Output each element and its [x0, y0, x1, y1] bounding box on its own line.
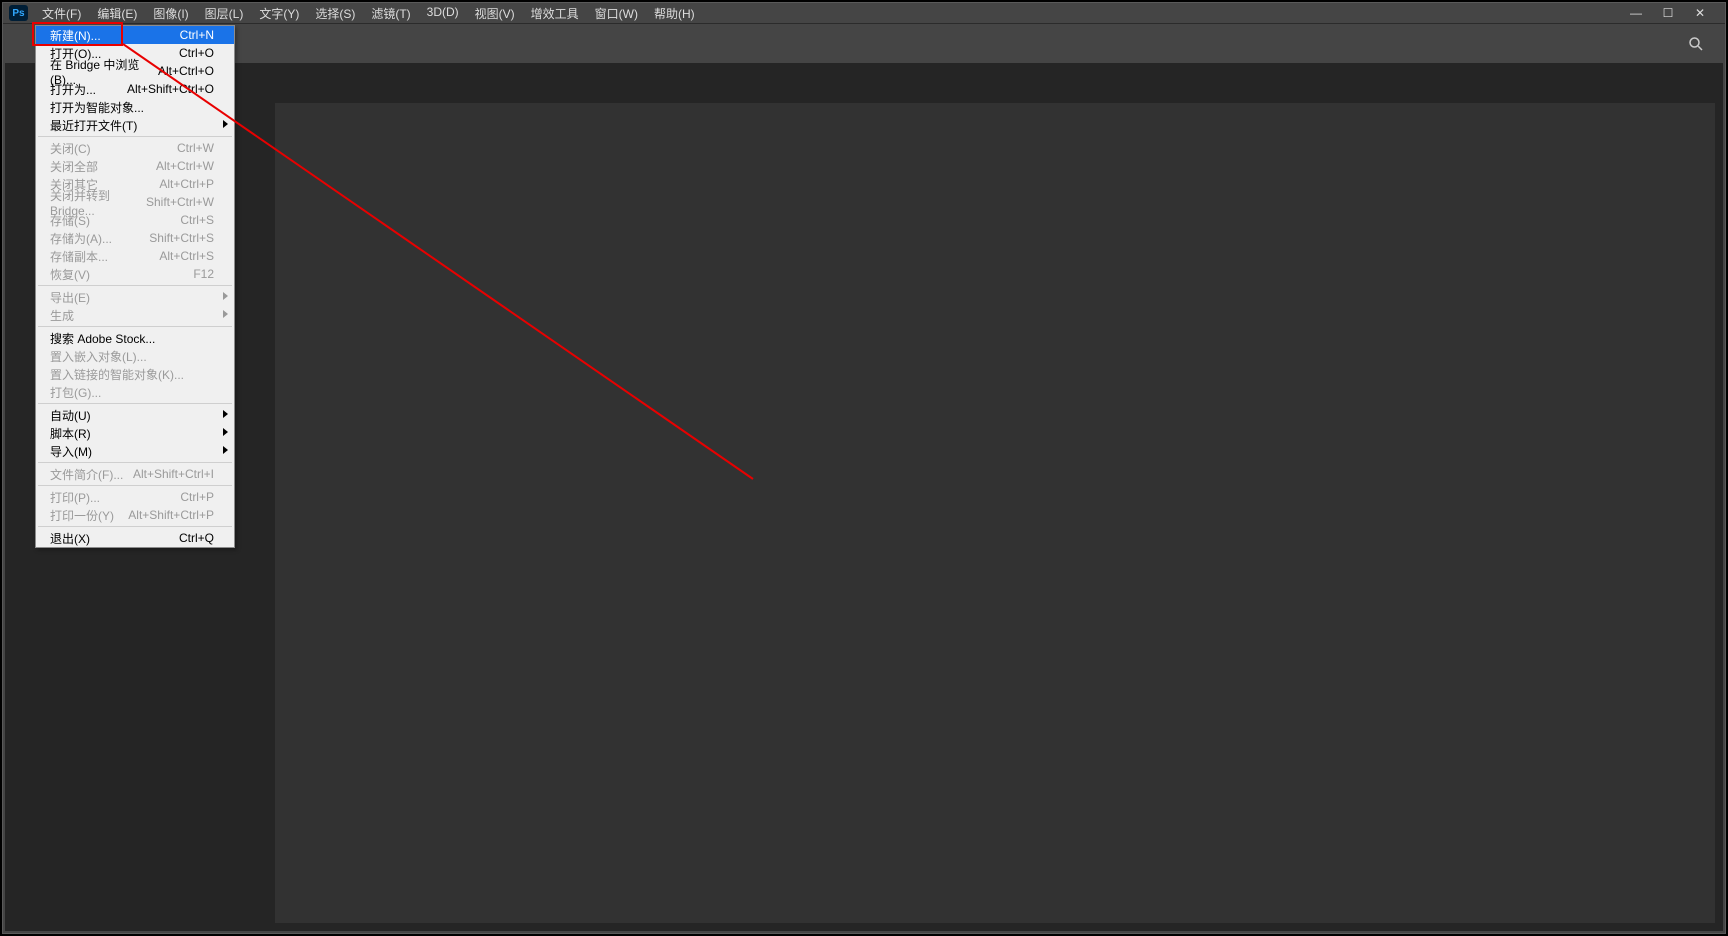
menuitem-打印P: 打印(P)...Ctrl+P [36, 488, 234, 506]
menu-separator [38, 462, 232, 463]
chevron-right-icon [223, 292, 228, 300]
chevron-right-icon [223, 428, 228, 436]
menuitem-置入嵌入对象L: 置入嵌入对象(L)... [36, 347, 234, 365]
menuitem-恢复V: 恢复(V)F12 [36, 265, 234, 283]
menuitem-自动U[interactable]: 自动(U) [36, 406, 234, 424]
menuitem-导入M[interactable]: 导入(M) [36, 442, 234, 460]
chevron-right-icon [223, 310, 228, 318]
menuitem-存储副本: 存储副本...Alt+Ctrl+S [36, 247, 234, 265]
menuitem-搜索AdobeStock[interactable]: 搜索 Adobe Stock... [36, 329, 234, 347]
menu-separator [38, 485, 232, 486]
options-bar [3, 23, 1725, 63]
menuitem-存储为A: 存储为(A)...Shift+Ctrl+S [36, 229, 234, 247]
minimize-button[interactable]: — [1629, 6, 1643, 20]
menuitem-新建N[interactable]: 新建(N)...Ctrl+N [36, 26, 234, 44]
window-controls: — ☐ ✕ [1629, 6, 1725, 20]
menu-separator [38, 285, 232, 286]
chevron-right-icon [223, 410, 228, 418]
menubar: Ps 文件(F)编辑(E)图像(I)图层(L)文字(Y)选择(S)滤镜(T)3D… [3, 3, 1725, 23]
menu-e[interactable]: 编辑(E) [89, 3, 145, 24]
menu-separator [38, 326, 232, 327]
menuitem-最近打开文件T[interactable]: 最近打开文件(T) [36, 116, 234, 134]
menuitem-存储S: 存储(S)Ctrl+S [36, 211, 234, 229]
workspace [5, 63, 1723, 931]
menuitem-打印一份Y: 打印一份(Y)Alt+Shift+Ctrl+P [36, 506, 234, 524]
menu-f[interactable]: 文件(F) [34, 3, 89, 24]
menu-i[interactable]: 图像(I) [145, 3, 196, 24]
menuitem-打开为智能对象[interactable]: 打开为智能对象... [36, 98, 234, 116]
chevron-right-icon [223, 120, 228, 128]
menu-s[interactable]: 选择(S) [307, 3, 363, 24]
menu-v[interactable]: 视图(V) [467, 3, 523, 24]
menuitem-关闭并转到Bridge: 关闭并转到 Bridge...Shift+Ctrl+W [36, 193, 234, 211]
menuitem-生成: 生成 [36, 306, 234, 324]
menu-t[interactable]: 滤镜(T) [363, 3, 418, 24]
menu-separator [38, 403, 232, 404]
menu-w[interactable]: 窗口(W) [587, 3, 646, 24]
menuitem-导出E: 导出(E) [36, 288, 234, 306]
menu-[interactable]: 增效工具 [523, 3, 587, 24]
menuitem-在Bridge中浏览B[interactable]: 在 Bridge 中浏览(B)...Alt+Ctrl+O [36, 62, 234, 80]
menu-l[interactable]: 图层(L) [197, 3, 252, 24]
app-icon: Ps [9, 5, 28, 21]
menuitem-脚本R[interactable]: 脚本(R) [36, 424, 234, 442]
menuitem-退出X[interactable]: 退出(X)Ctrl+Q [36, 529, 234, 547]
search-icon[interactable] [1683, 31, 1709, 57]
close-button[interactable]: ✕ [1693, 6, 1707, 20]
menu-h[interactable]: 帮助(H) [646, 3, 703, 24]
app-window: Ps 文件(F)编辑(E)图像(I)图层(L)文字(Y)选择(S)滤镜(T)3D… [2, 2, 1726, 934]
maximize-button[interactable]: ☐ [1661, 6, 1675, 20]
canvas-area [275, 103, 1715, 923]
file-menu-dropdown: 新建(N)...Ctrl+N打开(O)...Ctrl+O在 Bridge 中浏览… [35, 25, 235, 548]
menu-y[interactable]: 文字(Y) [251, 3, 307, 24]
menu-separator [38, 136, 232, 137]
chevron-right-icon [223, 446, 228, 454]
menu-dd[interactable]: 3D(D) [419, 3, 467, 24]
menuitem-打包G: 打包(G)... [36, 383, 234, 401]
menuitem-文件简介F: 文件简介(F)...Alt+Shift+Ctrl+I [36, 465, 234, 483]
menuitem-打开为[interactable]: 打开为...Alt+Shift+Ctrl+O [36, 80, 234, 98]
menuitem-关闭全部: 关闭全部Alt+Ctrl+W [36, 157, 234, 175]
menuitem-置入链接的智能对象K: 置入链接的智能对象(K)... [36, 365, 234, 383]
menu-separator [38, 526, 232, 527]
menuitem-关闭C: 关闭(C)Ctrl+W [36, 139, 234, 157]
